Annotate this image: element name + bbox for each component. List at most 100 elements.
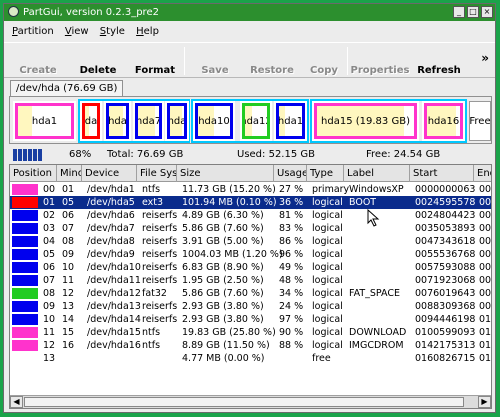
partition-block-hda5[interactable]: hda5 xyxy=(80,101,102,141)
toolbar-separator xyxy=(184,47,185,75)
column-header[interactable]: File Sys xyxy=(137,165,177,182)
table-row[interactable]: 01 05/dev/hda5 ext3 101.94 MB (0.10 %) 36 % l… xyxy=(10,196,491,209)
cell-size: 3.91 GB (5.00 %) xyxy=(182,236,264,247)
partition-block-hda1[interactable]: hda1 xyxy=(13,101,76,141)
disk-tab[interactable]: /dev/hda (76.69 GB) xyxy=(10,80,124,97)
table-row[interactable]: 08 12/dev/hda12 fat32 5.86 GB (7.60 %) 34 % l… xyxy=(10,287,491,300)
cell-usage: 83 % xyxy=(279,223,304,234)
partition-block-hda15[interactable]: hda15 (19.83 GB) xyxy=(312,101,419,141)
partition-block-hda6[interactable]: hda xyxy=(104,101,131,141)
scrollbar-thumb[interactable] xyxy=(24,397,464,407)
table-row[interactable]: 09 13/dev/hda13 reiserfs 2.93 GB (3.80 %) 24… xyxy=(10,300,491,313)
cell-usage: 96 % xyxy=(279,249,304,260)
menu-style[interactable]: Style xyxy=(100,26,125,37)
table-row[interactable]: 13 4.77 MB (0.00 %) free 0160826715016 xyxy=(10,352,491,365)
cell-end: 002 xyxy=(479,184,492,195)
cell-start: 0071923068 xyxy=(415,275,476,286)
cell-fs: ntfs xyxy=(142,184,161,195)
table-row[interactable]: 04 08/dev/hda8 reiserfs 3.91 GB (5.00 %) 86 … xyxy=(10,235,491,248)
cell-minor: 01 xyxy=(62,184,75,195)
partition-block-hda10[interactable]: hda10 xyxy=(193,101,235,141)
column-header[interactable]: Device xyxy=(82,165,137,182)
cell-size: 8.89 GB (11.50 %) xyxy=(182,340,270,351)
minimize-button[interactable]: _ xyxy=(453,6,465,18)
cell-end: 005 xyxy=(479,249,492,260)
cell-start: 0047343618 xyxy=(415,236,476,247)
partition-block-hda7[interactable]: hda7 xyxy=(133,101,164,141)
cell-end: 016 xyxy=(479,353,492,364)
partition-color-swatch xyxy=(12,288,38,299)
cell-end: 007 xyxy=(479,275,492,286)
free-space-block[interactable]: Free xyxy=(469,101,491,141)
cell-usage: 36 % xyxy=(279,197,304,208)
save-button[interactable]: Save xyxy=(186,43,244,79)
table-row[interactable]: 10 14/dev/hda14 reiserfs 2.93 GB (3.80 %) 97… xyxy=(10,313,491,326)
properties-button[interactable]: Properties xyxy=(349,43,411,79)
partition-color-swatch xyxy=(12,223,38,234)
cell-usage: 49 % xyxy=(279,262,304,273)
table-row[interactable]: 00 01/dev/hda1 ntfs 11.73 GB (15.20 %) 27 % p… xyxy=(10,183,491,196)
maximize-button[interactable]: □ xyxy=(467,6,479,18)
cell-minor: 09 xyxy=(62,249,75,260)
table-row[interactable]: 05 09/dev/hda9 reiserfs 1004.03 MB (1.20 %)… xyxy=(10,248,491,261)
partition-block-hda12[interactable]: hda12 xyxy=(240,101,272,141)
partition-color-swatch xyxy=(12,197,38,208)
table-row[interactable]: 07 11/dev/hda11 reiserfs 1.95 GB (2.50 %) 48… xyxy=(10,274,491,287)
partition-block-hda8[interactable]: hda xyxy=(165,101,189,141)
title-bar[interactable]: PartGui, version 0.2.3_pre2 _ □ × xyxy=(4,4,495,21)
cell-usage: 86 % xyxy=(279,236,304,247)
cell-start: 0035053893 xyxy=(415,223,476,234)
scroll-left-icon[interactable]: ◀ xyxy=(10,396,23,408)
menu-help[interactable]: Help xyxy=(136,26,159,37)
horizontal-scrollbar[interactable]: ◀ ▶ xyxy=(10,395,491,408)
column-header[interactable]: End xyxy=(474,165,491,182)
used-size: Used: 52.15 GB xyxy=(237,149,315,160)
cell-pos: 05 xyxy=(43,249,56,260)
refresh-button[interactable]: Refresh xyxy=(408,43,470,79)
cell-usage: 97 % xyxy=(279,314,304,325)
cell-end: 003 xyxy=(479,210,492,221)
cell-fs: reiserfs xyxy=(142,275,178,286)
table-row[interactable]: 06 10/dev/hda10 reiserfs 6.83 GB (8.90 %) 49… xyxy=(10,261,491,274)
column-header[interactable]: Minor xyxy=(57,165,82,182)
table-row[interactable]: 12 16/dev/hda16 ntfs 8.89 GB (11.50 %) 88 % l… xyxy=(10,339,491,352)
table-row[interactable]: 11 15/dev/hda15 ntfs 19.83 GB (25.80 %) 90 %… xyxy=(10,326,491,339)
close-button[interactable]: × xyxy=(481,6,493,18)
format-button[interactable]: Format xyxy=(124,43,186,79)
cell-device: /dev/hda14 xyxy=(87,314,141,325)
create-button[interactable]: Create xyxy=(8,43,68,79)
cell-minor: 10 xyxy=(62,262,75,273)
column-header[interactable]: Position xyxy=(10,165,57,182)
cell-start: 0142175313 xyxy=(415,340,476,351)
cell-end: 004 xyxy=(479,223,492,234)
cell-device: /dev/hda10 xyxy=(87,262,141,273)
menu-view[interactable]: View xyxy=(65,26,89,37)
partition-block-hda13[interactable]: hda1 xyxy=(274,101,307,141)
delete-button[interactable]: Delete xyxy=(68,43,128,79)
scroll-right-icon[interactable]: ▶ xyxy=(478,396,491,408)
partition-block-hda16[interactable]: hda16 xyxy=(422,101,465,141)
disk-map: hda1 hda5 hda hda7 hda hda10 hda12 hda1 … xyxy=(9,96,492,144)
table-row[interactable]: 03 07/dev/hda7 reiserfs 5.86 GB (7.60 %) 83 … xyxy=(10,222,491,235)
partition-color-swatch xyxy=(12,301,38,312)
column-header[interactable]: Start xyxy=(410,165,474,182)
menu-partition[interactable]: Partition xyxy=(12,26,54,37)
cell-start: 0024804423 xyxy=(415,210,476,221)
cell-type: logical xyxy=(312,262,343,273)
restore-button[interactable]: Restore xyxy=(242,43,302,79)
column-header[interactable]: Size xyxy=(177,165,274,182)
cell-pos: 07 xyxy=(43,275,56,286)
toolbar-more-icon[interactable]: » xyxy=(481,51,489,65)
table-row[interactable]: 02 06/dev/hda6 reiserfs 4.89 GB (6.30 %) 81 … xyxy=(10,209,491,222)
column-header[interactable]: Usage xyxy=(274,165,307,182)
cell-usage: 88 % xyxy=(279,340,304,351)
cell-device xyxy=(84,352,87,365)
window-controls: _ □ × xyxy=(451,6,493,23)
column-header[interactable]: Label xyxy=(344,165,410,182)
cell-pos: 09 xyxy=(43,301,56,312)
cell-pos: 01 xyxy=(43,197,56,208)
copy-button[interactable]: Copy xyxy=(296,43,352,79)
column-header[interactable]: Type xyxy=(307,165,344,182)
menu-bar: Partition View Style Help xyxy=(4,23,495,41)
cell-label: BOOT xyxy=(349,197,377,208)
